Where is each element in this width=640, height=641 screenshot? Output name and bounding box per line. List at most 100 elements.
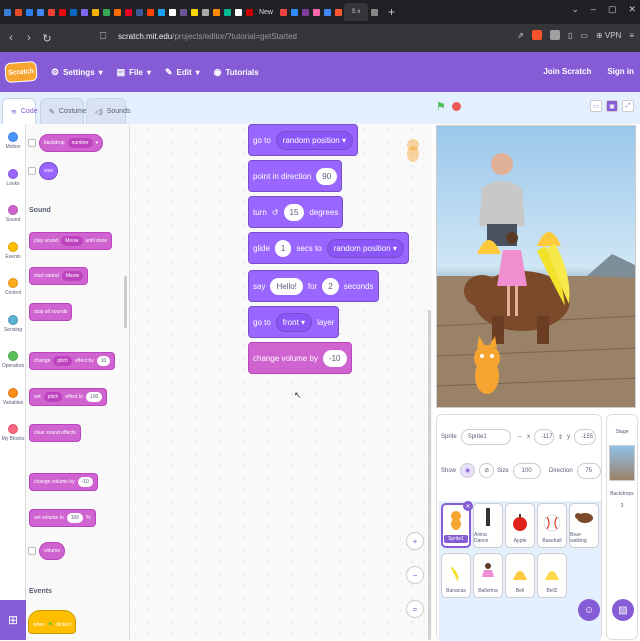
browser-tab[interactable] xyxy=(189,3,199,21)
address-bar[interactable]: scratch.mit.edu/projects/editor/?tutoria… xyxy=(118,32,297,41)
script-block-point-in-direction[interactable]: point in direction 90 xyxy=(248,160,343,192)
block-dropdown[interactable]: random position ▾ xyxy=(326,238,404,258)
script-block-glide[interactable]: glide 1 secs to random position ▾ xyxy=(248,232,409,264)
palette-block-change-effect[interactable]: change pitch effect by 10 xyxy=(29,352,116,370)
script-area[interactable]: go to random position ▾ point in directio… xyxy=(130,124,432,640)
close-window-icon[interactable]: ✕ xyxy=(628,4,636,15)
browser-tab-active[interactable]: S x xyxy=(344,3,368,21)
browser-tab[interactable] xyxy=(289,3,299,21)
category-control[interactable]: Control xyxy=(0,278,26,296)
palette-block-size[interactable]: size xyxy=(39,162,58,180)
browser-tab[interactable] xyxy=(112,3,122,21)
size-checkbox[interactable] xyxy=(28,167,36,175)
block-dropdown[interactable]: pitch xyxy=(53,356,72,366)
palette-block-play-sound[interactable]: play sound Meow until done xyxy=(29,232,113,250)
volume-checkbox[interactable] xyxy=(28,547,36,555)
browser-tab[interactable] xyxy=(369,3,379,21)
block-number-input[interactable]: 15 xyxy=(283,203,305,221)
block-number-input[interactable]: 1 xyxy=(274,239,292,257)
tab-search-chevron-icon[interactable]: ⌄ xyxy=(571,4,579,15)
sprite-tile-apple[interactable]: Apple xyxy=(505,503,535,548)
browser-tab[interactable] xyxy=(101,3,111,21)
category-my-blocks[interactable]: My Blocks xyxy=(0,424,26,442)
green-flag-button[interactable]: ⚑ xyxy=(436,100,448,113)
palette-block-when-flag-clicked[interactable]: when ⚑ clicked xyxy=(28,610,76,634)
sprite-name-input[interactable]: Sprite1 xyxy=(460,429,511,445)
tab-costumes[interactable]: ✎ Costumes xyxy=(40,98,90,124)
block-number-input[interactable]: -10 xyxy=(77,477,93,487)
category-looks[interactable]: Looks xyxy=(0,168,26,187)
choose-backdrop-button[interactable]: ▨ xyxy=(612,599,634,621)
browser-tab[interactable] xyxy=(90,3,100,21)
category-sound[interactable]: Sound xyxy=(0,205,26,223)
stop-button[interactable] xyxy=(452,102,461,111)
browser-tab[interactable] xyxy=(211,3,221,21)
palette-block-set-effect[interactable]: set pitch effect to 100 xyxy=(29,388,108,406)
stage-canvas[interactable] xyxy=(436,125,636,408)
sprite-tile-sprite1[interactable]: Sprite1 ✕ xyxy=(441,501,473,548)
reload-icon[interactable]: ↻ xyxy=(40,32,54,45)
hide-eye-icon[interactable]: ⊘ xyxy=(479,463,495,478)
forward-icon[interactable]: › xyxy=(22,32,36,44)
browser-tab[interactable] xyxy=(2,3,12,21)
show-visible-eye-icon[interactable]: ◉ xyxy=(460,463,476,478)
menu-icon[interactable]: ≡ xyxy=(629,31,634,40)
back-icon[interactable]: ‹ xyxy=(4,32,18,44)
tab-close-icon[interactable]: x xyxy=(357,9,360,15)
browser-tab[interactable] xyxy=(167,3,177,21)
sprite-tile-bananas[interactable]: Bananas xyxy=(441,553,471,598)
bookmark-icon[interactable]: ⎕ xyxy=(100,31,106,42)
category-motion[interactable]: Motion xyxy=(0,132,26,150)
scratch-logo[interactable]: Scratch xyxy=(4,60,38,84)
browser-tab[interactable] xyxy=(311,3,321,21)
vpn-icon[interactable]: ⊕ VPN xyxy=(596,31,621,40)
palette-block-clear-sound-effects[interactable]: clear sound effects xyxy=(29,424,81,442)
settings-menu[interactable]: ⚙ Settings ▾ xyxy=(51,67,103,78)
fullscreen-button[interactable]: ⤢ xyxy=(622,100,634,112)
sign-in-link[interactable]: Sign in xyxy=(607,67,634,76)
size-input[interactable]: 100 xyxy=(512,463,541,479)
category-sensing[interactable]: Sensing xyxy=(0,314,26,333)
category-variables[interactable]: Variables xyxy=(0,387,26,406)
sprite-tile-anina-dance[interactable]: Anina Dance xyxy=(473,503,503,548)
browser-tab[interactable] xyxy=(68,3,78,21)
join-scratch-link[interactable]: Join Scratch xyxy=(543,67,591,76)
block-number-input[interactable]: -10 xyxy=(322,349,347,367)
palette-block-set-volume[interactable]: set volume to 100% xyxy=(29,509,96,527)
browser-tab[interactable] xyxy=(35,3,45,21)
zoom-out-button[interactable]: − xyxy=(406,566,424,584)
zoom-reset-button[interactable]: = xyxy=(406,600,424,618)
minimize-icon[interactable]: – xyxy=(591,4,596,15)
browser-tab[interactable] xyxy=(123,3,133,21)
tutorials-menu[interactable]: ◉ Tutorials xyxy=(214,67,259,78)
block-dropdown[interactable]: pitch xyxy=(43,392,63,402)
script-block-go-to[interactable]: go to random position ▾ xyxy=(248,124,358,156)
sprite-tile-ballerina[interactable]: Ballerina xyxy=(473,553,503,598)
script-block-change-volume[interactable]: change volume by -10 xyxy=(248,342,352,374)
browser-tab[interactable] xyxy=(134,3,144,21)
block-number-input[interactable]: 100 xyxy=(85,392,103,402)
zoom-in-button[interactable]: + xyxy=(406,532,424,550)
browser-tab[interactable] xyxy=(46,3,56,21)
browser-tab[interactable] xyxy=(222,3,232,21)
choose-sprite-button[interactable]: ☺ xyxy=(578,599,600,621)
script-block-say-for[interactable]: say Hello! for 2 seconds xyxy=(248,270,379,302)
normal-stage-button[interactable]: ▣ xyxy=(606,100,618,112)
browser-tab[interactable] xyxy=(156,3,166,21)
share-icon[interactable]: ⇗ xyxy=(517,31,524,40)
sidebar-icon[interactable]: ▯ xyxy=(568,31,572,40)
browser-tab[interactable] xyxy=(178,3,188,21)
browser-tab[interactable] xyxy=(322,3,332,21)
script-area-scrollbar[interactable] xyxy=(428,310,431,640)
block-number-input[interactable]: 2 xyxy=(322,277,339,295)
x-input[interactable]: -117 xyxy=(534,429,554,445)
palette-block-stop-all-sounds[interactable]: stop all sounds xyxy=(29,303,73,321)
sprite-tile-bell2[interactable]: Bell2 xyxy=(537,553,567,598)
block-number-input[interactable]: 90 xyxy=(316,167,338,185)
brave-shield-icon[interactable] xyxy=(531,30,542,40)
category-operators[interactable]: Operators xyxy=(0,351,26,369)
browser-tab[interactable] xyxy=(24,3,34,21)
wallet-icon[interactable]: ▭ xyxy=(580,31,588,40)
block-text-input[interactable]: Hello! xyxy=(270,277,303,295)
browser-tab[interactable] xyxy=(145,3,155,21)
